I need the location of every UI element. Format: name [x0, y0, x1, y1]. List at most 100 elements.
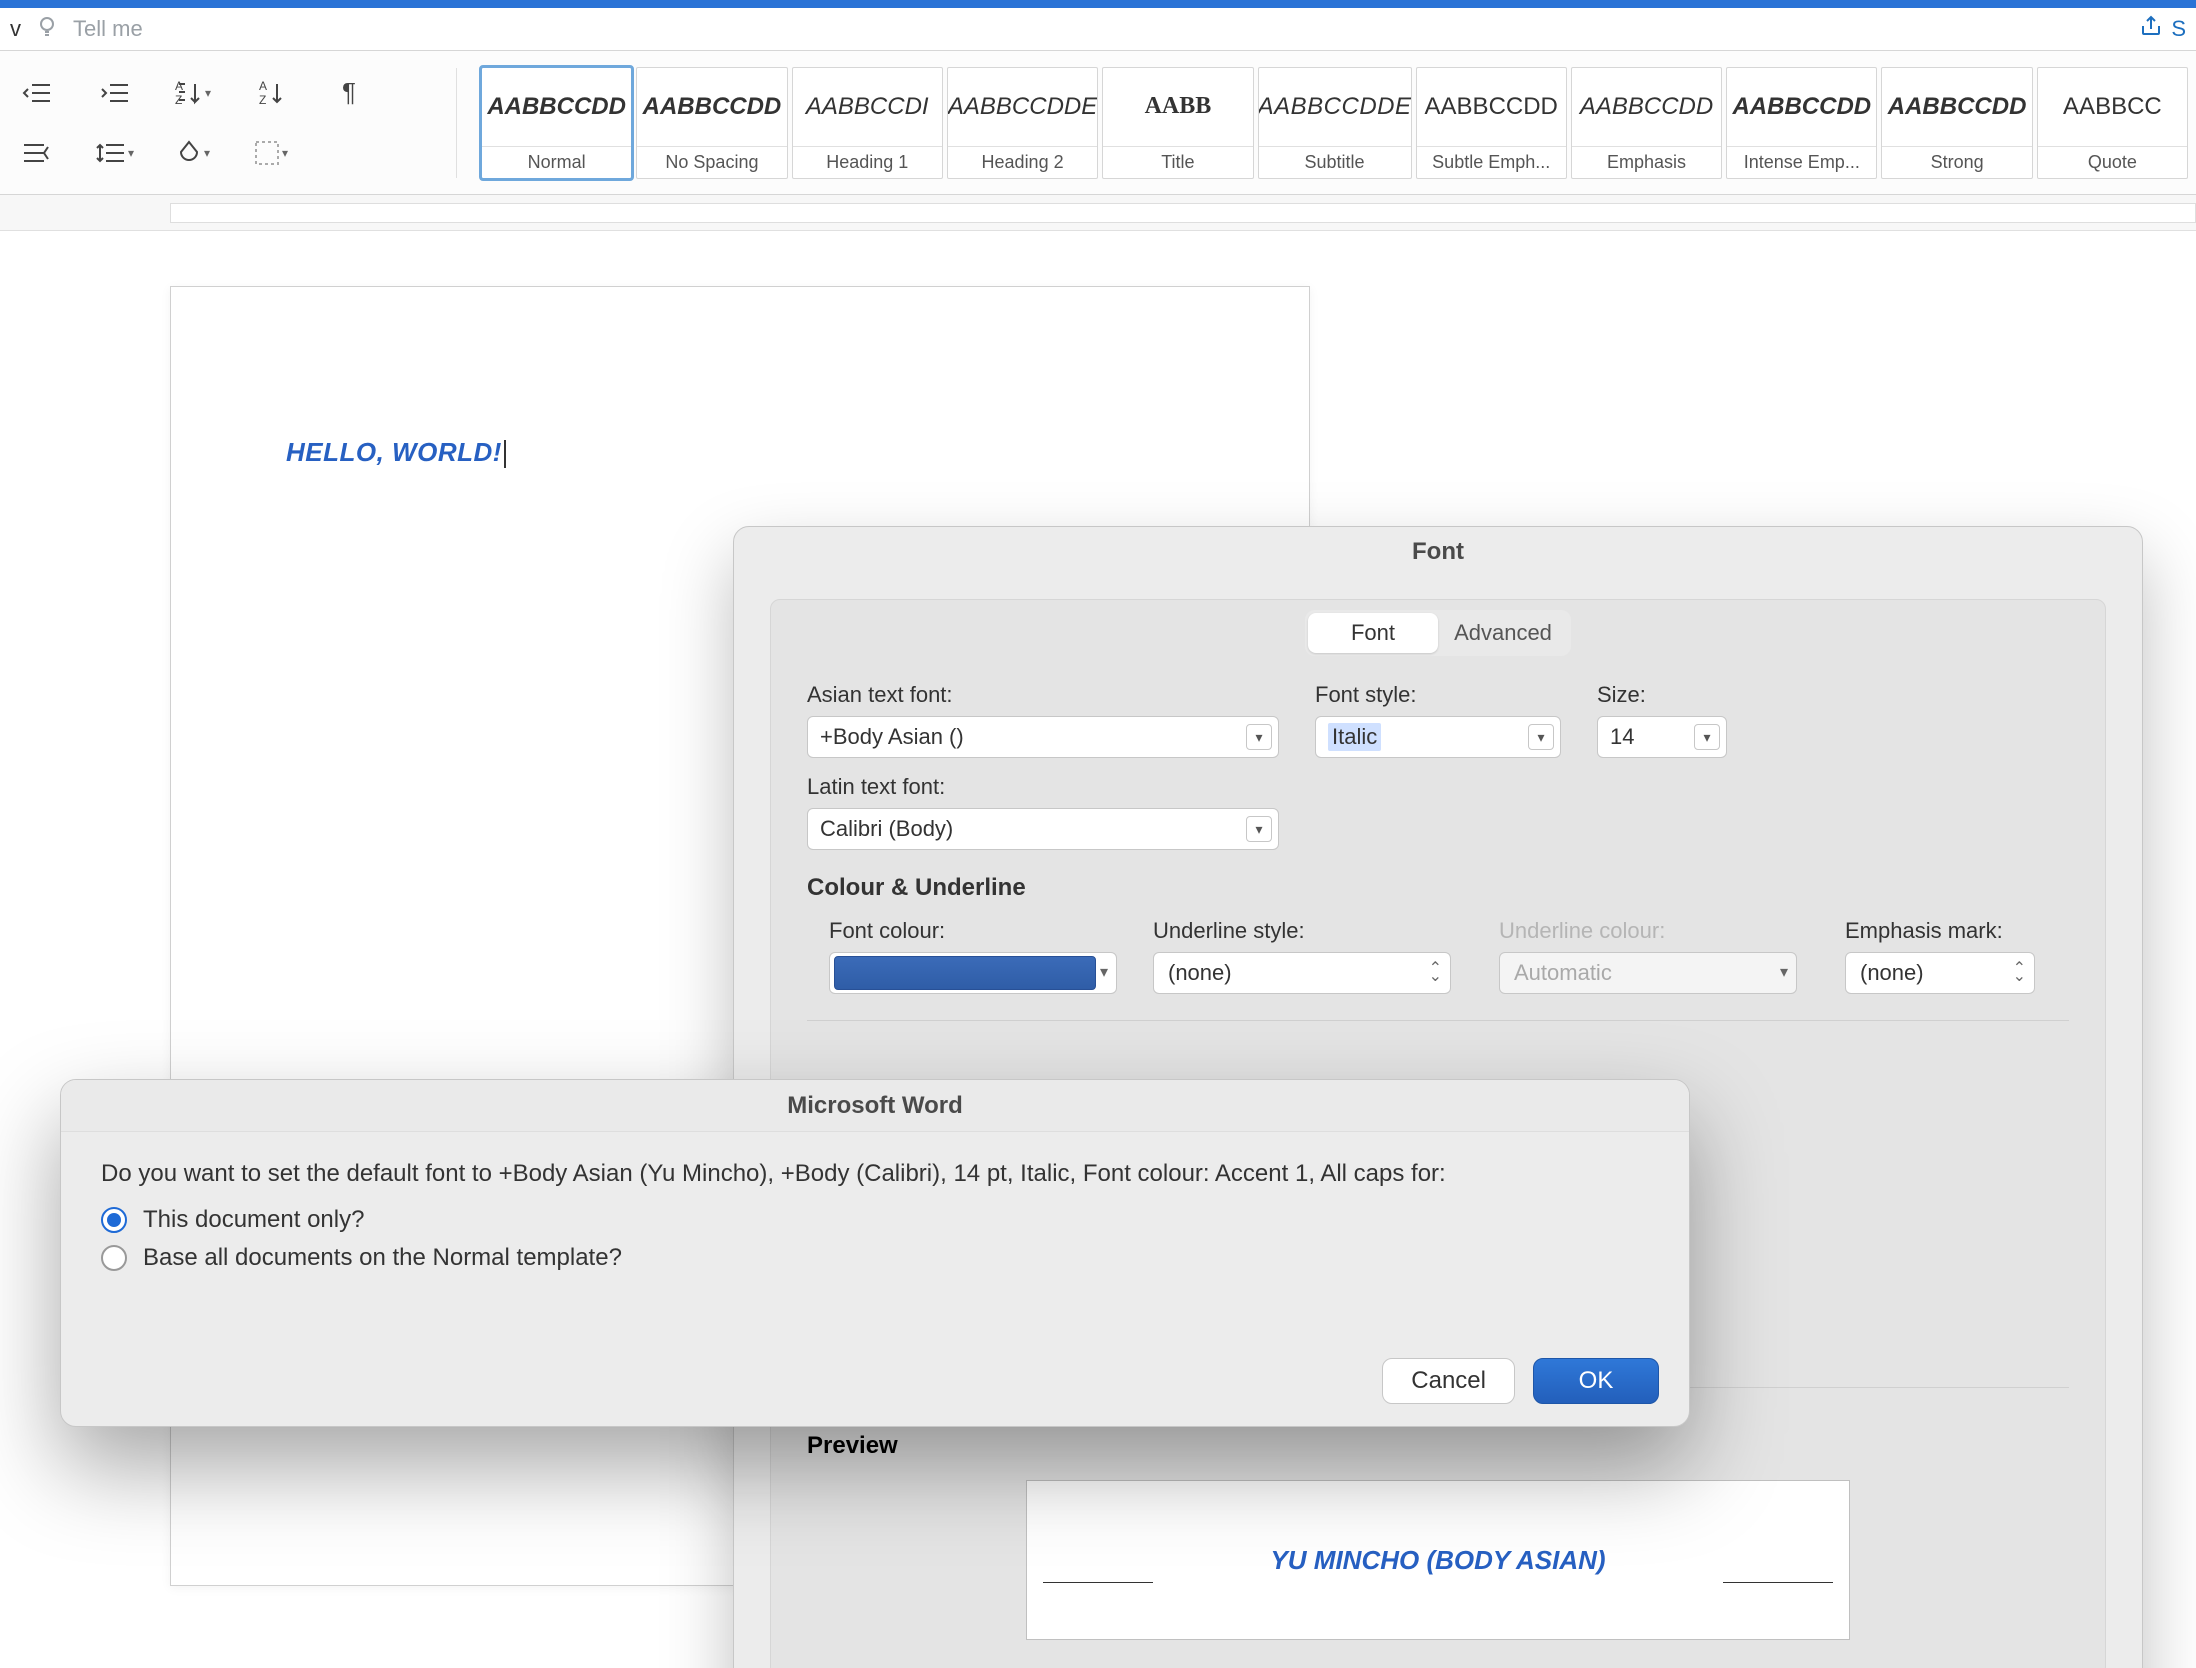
cancel-button[interactable]: Cancel [1382, 1358, 1515, 1404]
underline-style-combo[interactable]: (none) ⌃⌄ [1153, 952, 1451, 994]
titlebar: v Tell me S [0, 8, 2196, 50]
style-sample: AABBCCDD [1882, 68, 2031, 146]
radio-label: This document only? [143, 1206, 364, 1234]
font-preview-text: YU MINCHO (BODY ASIAN) [1270, 1545, 1605, 1576]
set-default-question: Do you want to set the default font to +… [101, 1160, 1649, 1188]
label-font-style: Font style: [1315, 682, 1561, 708]
chevron-down-icon[interactable]: ▾ [1246, 816, 1272, 842]
style-card-strong[interactable]: AABBCCDDStrong [1881, 67, 2032, 179]
label-size: Size: [1597, 682, 1727, 708]
font-dialog-tabs: Font Advanced [771, 600, 2105, 656]
style-card-subtitle[interactable]: AABBCCDDESubtitle [1258, 67, 1412, 179]
svg-text:Z: Z [259, 93, 266, 106]
document-canvas: HELLO, WORLD! Font Font Advanced Asian t… [0, 231, 2196, 1661]
borders-icon[interactable]: ▾ [250, 135, 292, 171]
style-label: Heading 2 [948, 146, 1097, 178]
share-icon[interactable] [2139, 14, 2163, 44]
updown-icon[interactable]: ⌃⌄ [1429, 965, 1442, 981]
set-default-dialog-title: Microsoft Word [61, 1080, 1689, 1132]
style-sample: AABBCC [2038, 68, 2187, 146]
font-colour-combo[interactable]: ▾ [829, 952, 1117, 994]
style-label: Emphasis [1572, 146, 1721, 178]
style-sample: AABBCCDD [1572, 68, 1721, 146]
pilcrow-icon[interactable]: ¶ [328, 75, 370, 111]
share-label-fragment[interactable]: S [2171, 16, 2186, 42]
style-card-emphasis[interactable]: AABBCCDDEmphasis [1571, 67, 1722, 179]
label-latin-font: Latin text font: [807, 774, 1279, 800]
style-label: Normal [482, 146, 631, 178]
radio-this-document-only[interactable]: This document only? [101, 1206, 1649, 1234]
style-label: Intense Emp... [1727, 146, 1876, 178]
style-label: Heading 1 [793, 146, 942, 178]
style-card-heading-1[interactable]: AABBCCDIHeading 1 [792, 67, 943, 179]
az-sort-icon[interactable]: AZ [250, 75, 292, 111]
svg-text:A: A [259, 80, 267, 93]
label-emphasis-mark: Emphasis mark: [1845, 918, 2045, 944]
radio-icon[interactable] [101, 1245, 127, 1271]
style-sample: AABB [1103, 68, 1252, 146]
decrease-indent-icon[interactable] [16, 75, 58, 111]
style-sample: AABBCCDD [1417, 68, 1566, 146]
radio-label: Base all documents on the Normal templat… [143, 1244, 622, 1272]
radio-normal-template[interactable]: Base all documents on the Normal templat… [101, 1244, 1649, 1272]
label-asian-font: Asian text font: [807, 682, 1279, 708]
asian-font-combo[interactable]: +Body Asian () ▾ [807, 716, 1279, 758]
chevron-down-icon: ▾ [1780, 969, 1788, 977]
style-label: No Spacing [637, 146, 786, 178]
increase-indent-icon[interactable] [94, 75, 136, 111]
style-sample: AABBCCDD [482, 68, 631, 146]
font-style-combo[interactable]: Italic ▾ [1315, 716, 1561, 758]
style-card-no-spacing[interactable]: AABBCCDDNo Spacing [636, 67, 787, 179]
shading-icon[interactable]: ▾ [172, 135, 214, 171]
svg-text:A: A [175, 80, 183, 93]
style-sample: AABBCCDD [637, 68, 786, 146]
style-label: Subtle Emph... [1417, 146, 1566, 178]
font-colour-swatch [834, 956, 1096, 990]
emphasis-mark-combo[interactable]: (none) ⌃⌄ [1845, 952, 2035, 994]
ribbon: AZ▾ AZ ¶ ▾ ▾ ▾ AABBCCDDNormalAABBCCDDNo … [0, 50, 2196, 195]
style-label: Title [1103, 146, 1252, 178]
tell-me-input[interactable]: Tell me [73, 16, 143, 42]
text-cursor [504, 440, 506, 468]
style-label: Subtitle [1259, 146, 1411, 178]
horizontal-ruler[interactable] [0, 195, 2196, 231]
colour-underline-heading: Colour & Underline [807, 874, 2069, 902]
radio-icon[interactable] [101, 1207, 127, 1233]
styles-gallery[interactable]: AABBCCDDNormalAABBCCDDNo SpacingAABBCCDI… [473, 51, 2196, 194]
style-sample: AABBCCDI [793, 68, 942, 146]
latin-font-combo[interactable]: Calibri (Body) ▾ [807, 808, 1279, 850]
ok-button[interactable]: OK [1533, 1358, 1659, 1404]
tab-advanced[interactable]: Advanced [1438, 613, 1568, 653]
updown-icon[interactable]: ⌃⌄ [2013, 965, 2026, 981]
style-card-intense-emp-[interactable]: AABBCCDDIntense Emp... [1726, 67, 1877, 179]
window-top-stripe [0, 0, 2196, 8]
chevron-down-icon[interactable]: ▾ [1528, 724, 1554, 750]
size-combo[interactable]: 14 ▾ [1597, 716, 1727, 758]
style-card-subtle-emph-[interactable]: AABBCCDDSubtle Emph... [1416, 67, 1567, 179]
ribbon-separator [456, 68, 457, 178]
style-card-quote[interactable]: AABBCCQuote [2037, 67, 2188, 179]
style-card-heading-2[interactable]: AABBCCDDEHeading 2 [947, 67, 1098, 179]
document-body-text[interactable]: HELLO, WORLD! [286, 437, 506, 468]
label-underline-style: Underline style: [1153, 918, 1463, 944]
style-sample: AABBCCDDE [948, 68, 1097, 146]
chevron-down-icon[interactable]: ▾ [1246, 724, 1272, 750]
style-label: Strong [1882, 146, 2031, 178]
font-dialog-title: Font [734, 527, 2142, 577]
sort-icon[interactable]: AZ▾ [172, 75, 214, 111]
paragraph-group: AZ▾ AZ ¶ ▾ ▾ ▾ [0, 51, 440, 194]
font-preview-box: YU MINCHO (BODY ASIAN) [1026, 1480, 1850, 1640]
line-spacing-icon[interactable]: ▾ [94, 135, 136, 171]
text-direction-icon[interactable] [16, 135, 58, 171]
chevron-down-icon[interactable]: ▾ [1694, 724, 1720, 750]
chevron-down-icon[interactable]: ▾ [1100, 969, 1108, 977]
style-card-normal[interactable]: AABBCCDDNormal [481, 67, 632, 179]
style-sample: AABBCCDD [1727, 68, 1876, 146]
tab-font[interactable]: Font [1308, 613, 1438, 653]
view-menu-fragment[interactable]: v [10, 16, 21, 42]
style-label: Quote [2038, 146, 2187, 178]
label-font-colour: Font colour: [807, 918, 1117, 944]
style-sample: AABBCCDDE [1259, 68, 1411, 146]
style-card-title[interactable]: AABBTitle [1102, 67, 1253, 179]
underline-colour-combo: Automatic ▾ [1499, 952, 1797, 994]
